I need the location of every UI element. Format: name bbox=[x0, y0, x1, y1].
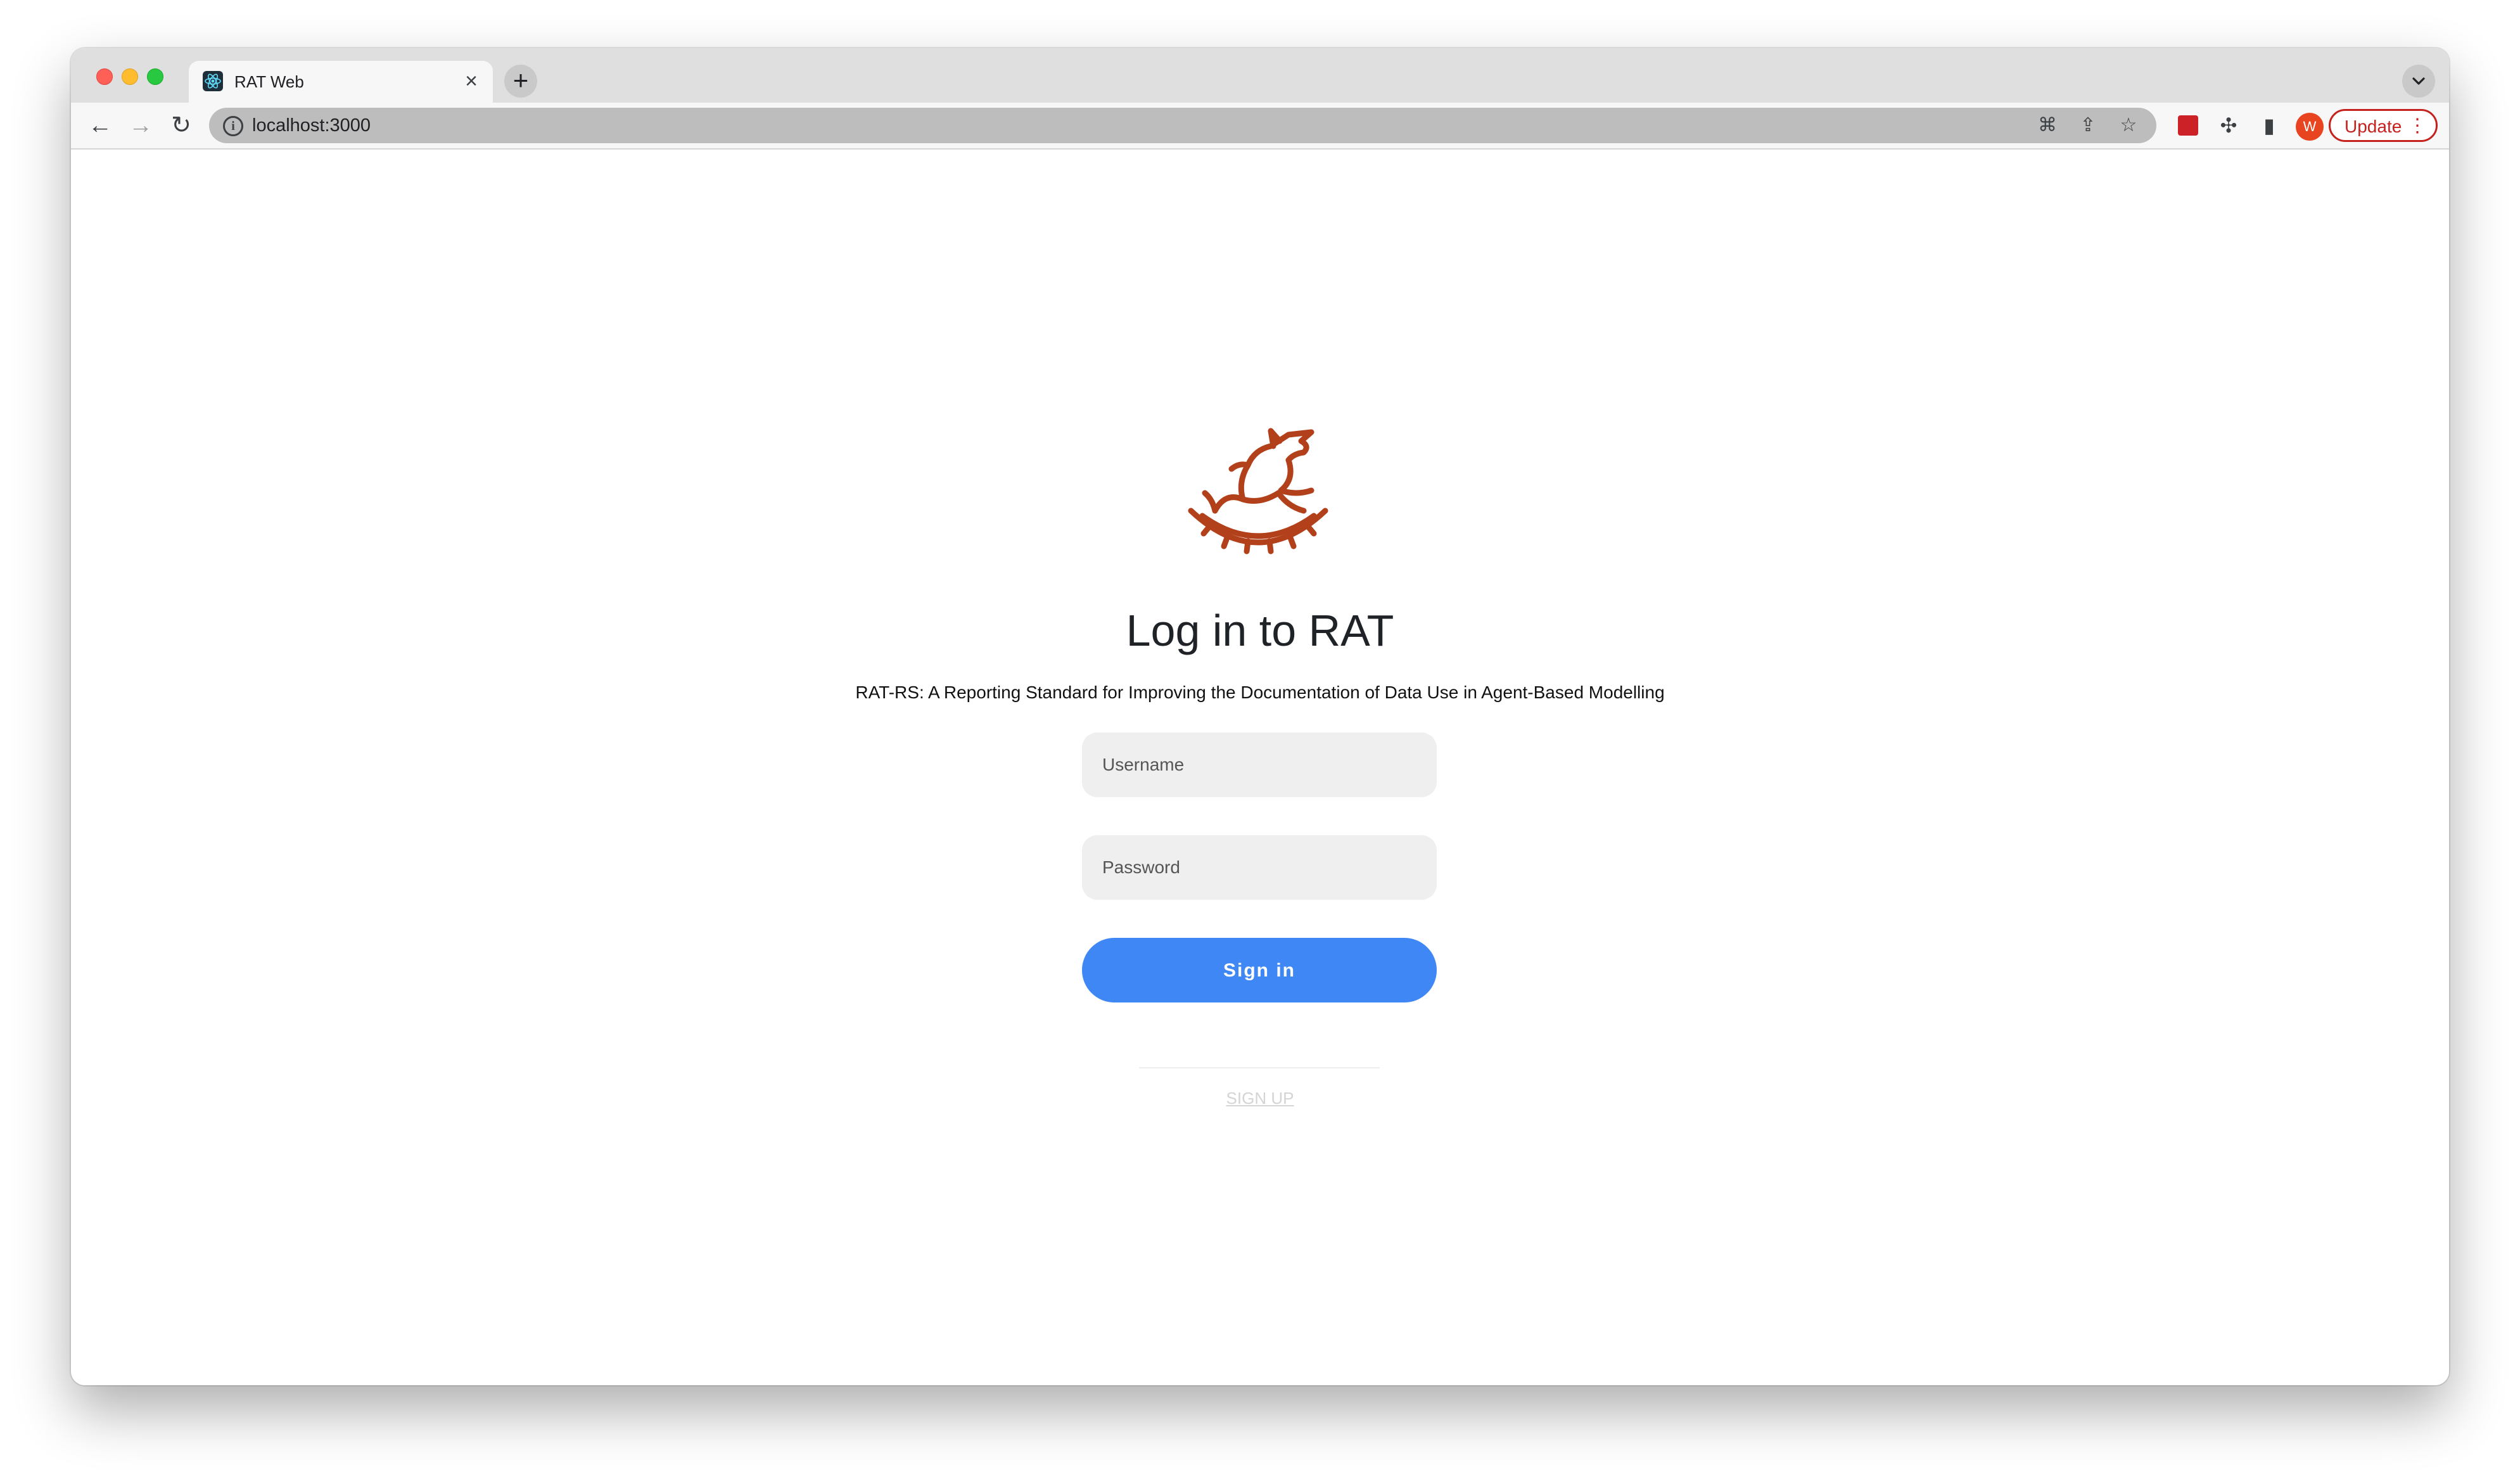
translate-icon[interactable]: ⌘ bbox=[2036, 114, 2059, 137]
forward-button[interactable]: → bbox=[124, 109, 157, 142]
back-button[interactable]: ← bbox=[84, 109, 117, 142]
share-icon[interactable]: ⇪ bbox=[2077, 114, 2099, 137]
page-title: Log in to RAT bbox=[1126, 605, 1394, 655]
address-bar[interactable]: i localhost:3000 ⌘ ⇪ ☆ bbox=[209, 108, 2156, 143]
more-menu-icon: ⋮ bbox=[2408, 115, 2427, 136]
close-window-button[interactable] bbox=[96, 68, 113, 85]
sign-up-link[interactable]: SIGN UP bbox=[71, 1089, 2449, 1108]
divider bbox=[1139, 1067, 1380, 1068]
extension-icon[interactable] bbox=[2174, 112, 2202, 139]
rocking-rat-logo-icon bbox=[1188, 428, 1328, 554]
tab-close-icon[interactable]: × bbox=[459, 68, 484, 94]
browser-toolbar: ← → ↻ i localhost:3000 ⌘ ⇪ ☆ ✣ ▮ W Updat… bbox=[71, 103, 2449, 150]
tab-search-button[interactable] bbox=[2402, 65, 2435, 98]
chevron-down-icon bbox=[2412, 77, 2425, 85]
update-button[interactable]: Update ⋮ bbox=[2329, 109, 2438, 142]
side-panel-icon[interactable]: ▮ bbox=[2255, 112, 2283, 139]
update-label: Update bbox=[2345, 117, 2402, 136]
password-input[interactable] bbox=[1082, 835, 1437, 900]
tab-strip: RAT Web × + bbox=[71, 48, 2449, 103]
bookmark-star-icon[interactable]: ☆ bbox=[2117, 114, 2140, 137]
sign-in-button[interactable]: Sign in bbox=[1082, 938, 1437, 1002]
new-tab-button[interactable]: + bbox=[504, 65, 537, 98]
browser-window: RAT Web × + ← → ↻ i localhost:3000 ⌘ ⇪ ☆… bbox=[71, 48, 2449, 1385]
tab-rat-web[interactable]: RAT Web × bbox=[189, 61, 493, 103]
reload-button[interactable]: ↻ bbox=[165, 109, 198, 142]
extensions-puzzle-icon[interactable]: ✣ bbox=[2215, 112, 2243, 139]
login-page: Log in to RAT RAT-RS: A Reporting Standa… bbox=[71, 150, 2449, 1385]
profile-avatar[interactable]: W bbox=[2296, 113, 2324, 141]
username-input[interactable] bbox=[1082, 733, 1437, 797]
site-info-icon[interactable]: i bbox=[223, 116, 243, 136]
minimize-window-button[interactable] bbox=[122, 68, 138, 85]
url-text[interactable]: localhost:3000 bbox=[252, 115, 371, 136]
maximize-window-button[interactable] bbox=[147, 68, 163, 85]
page-subtitle: RAT-RS: A Reporting Standard for Improvi… bbox=[855, 682, 1665, 702]
react-favicon-icon bbox=[203, 71, 223, 91]
tab-title: RAT Web bbox=[234, 72, 304, 91]
